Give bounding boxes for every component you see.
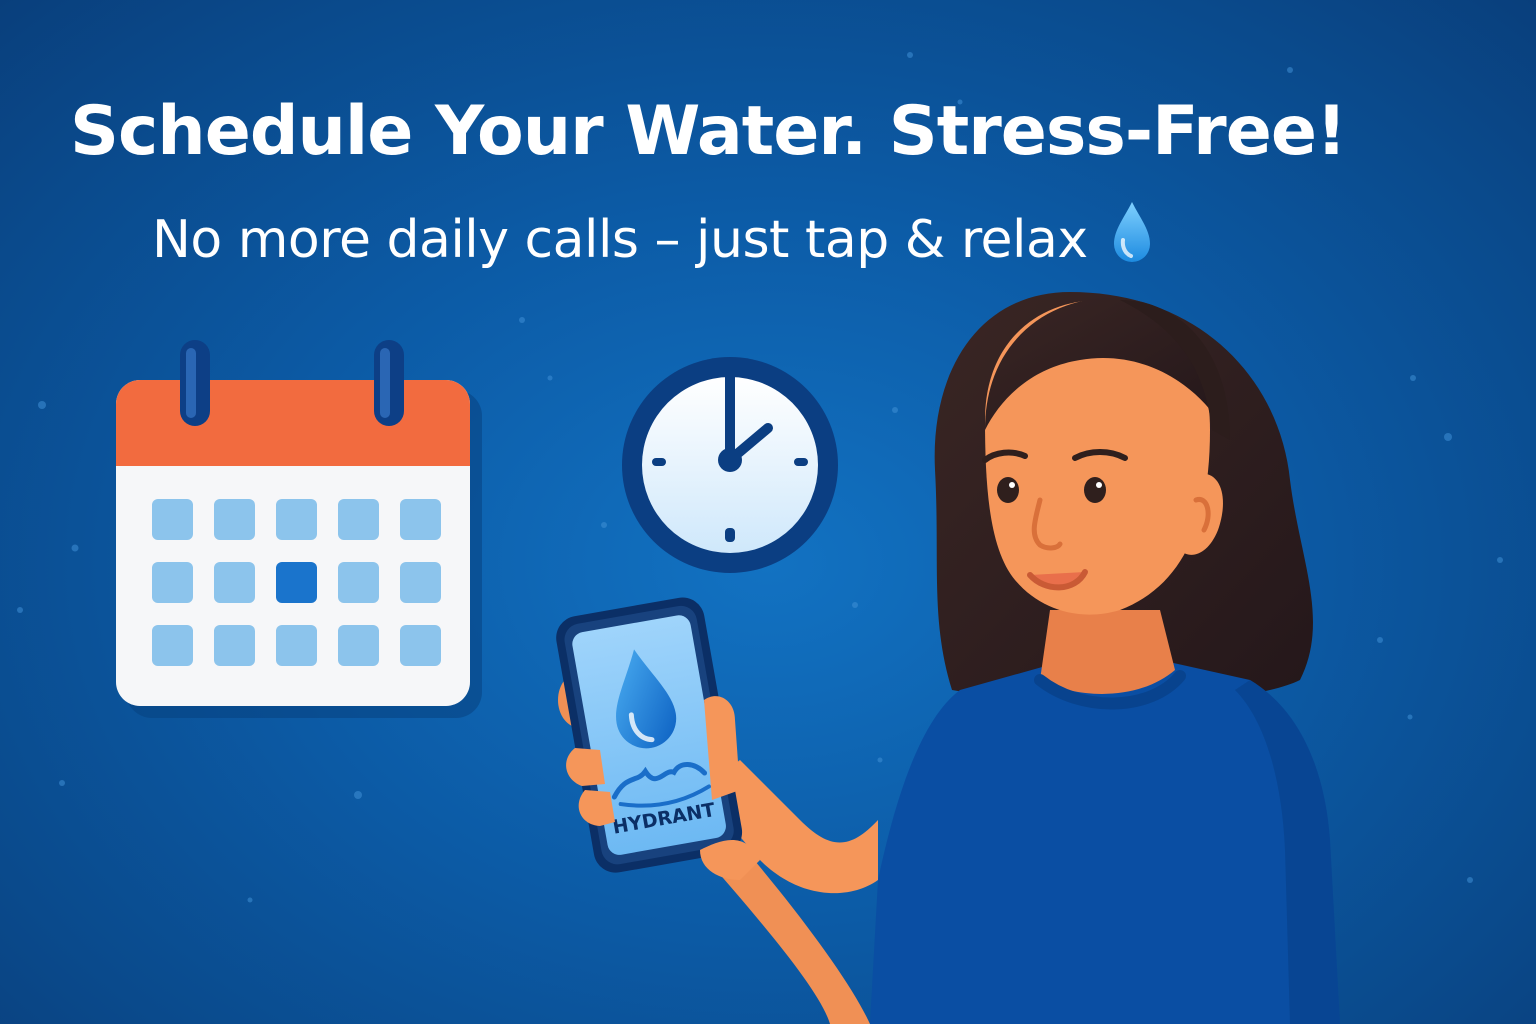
phone-illustration: HYDRANT <box>556 597 760 880</box>
promo-banner: Schedule Your Water. Stress-Free! No mor… <box>0 0 1536 1024</box>
